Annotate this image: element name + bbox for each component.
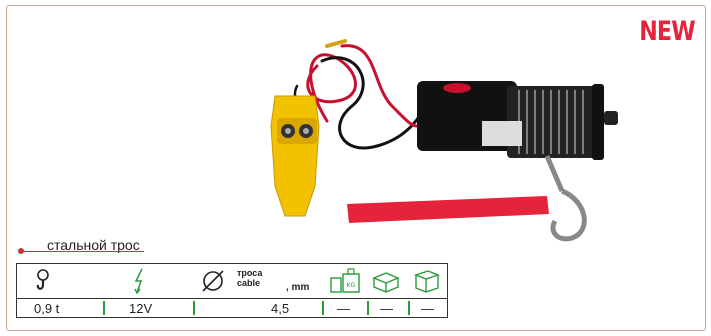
remote-control: [270, 95, 320, 217]
separator: [408, 301, 410, 315]
separator: [193, 301, 195, 315]
spec-values-row: 0,9 t 12V 4,5 — — —: [17, 299, 447, 319]
hook-load-icon: [36, 269, 49, 290]
unit-label: , mm: [286, 282, 310, 293]
weight-kg-icon: KG: [330, 268, 360, 293]
red-sleeve: [347, 196, 549, 223]
winch-hook: [544, 155, 587, 242]
box-icon: [372, 272, 400, 293]
separator: [367, 301, 369, 315]
cable-label: троса cable: [237, 268, 262, 288]
separator: [103, 301, 105, 315]
separator: [322, 301, 324, 315]
cable-label-en: cable: [237, 278, 261, 288]
diameter-icon: [202, 270, 224, 292]
package-icon: [413, 270, 441, 293]
package-value: —: [421, 301, 434, 316]
box-value: —: [380, 301, 393, 316]
winch-body: [417, 81, 618, 160]
winch-product-image: [270, 39, 618, 242]
spec-table: троса cable , mm KG 0,9 t 12V 4,5 — — —: [16, 263, 448, 318]
voltage-value: 12V: [129, 301, 153, 316]
new-badge: NEW: [639, 16, 695, 47]
cable-label-ru: троса: [237, 268, 263, 278]
caption-underline: [22, 251, 144, 252]
spec-header: троса cable , mm KG: [17, 264, 447, 299]
svg-text:KG: KG: [347, 282, 356, 289]
voltage-icon: [134, 268, 143, 294]
cable-diameter-value: 4,5: [271, 301, 290, 316]
load-value: 0,9 t: [34, 301, 60, 316]
weight-value: —: [337, 301, 350, 316]
